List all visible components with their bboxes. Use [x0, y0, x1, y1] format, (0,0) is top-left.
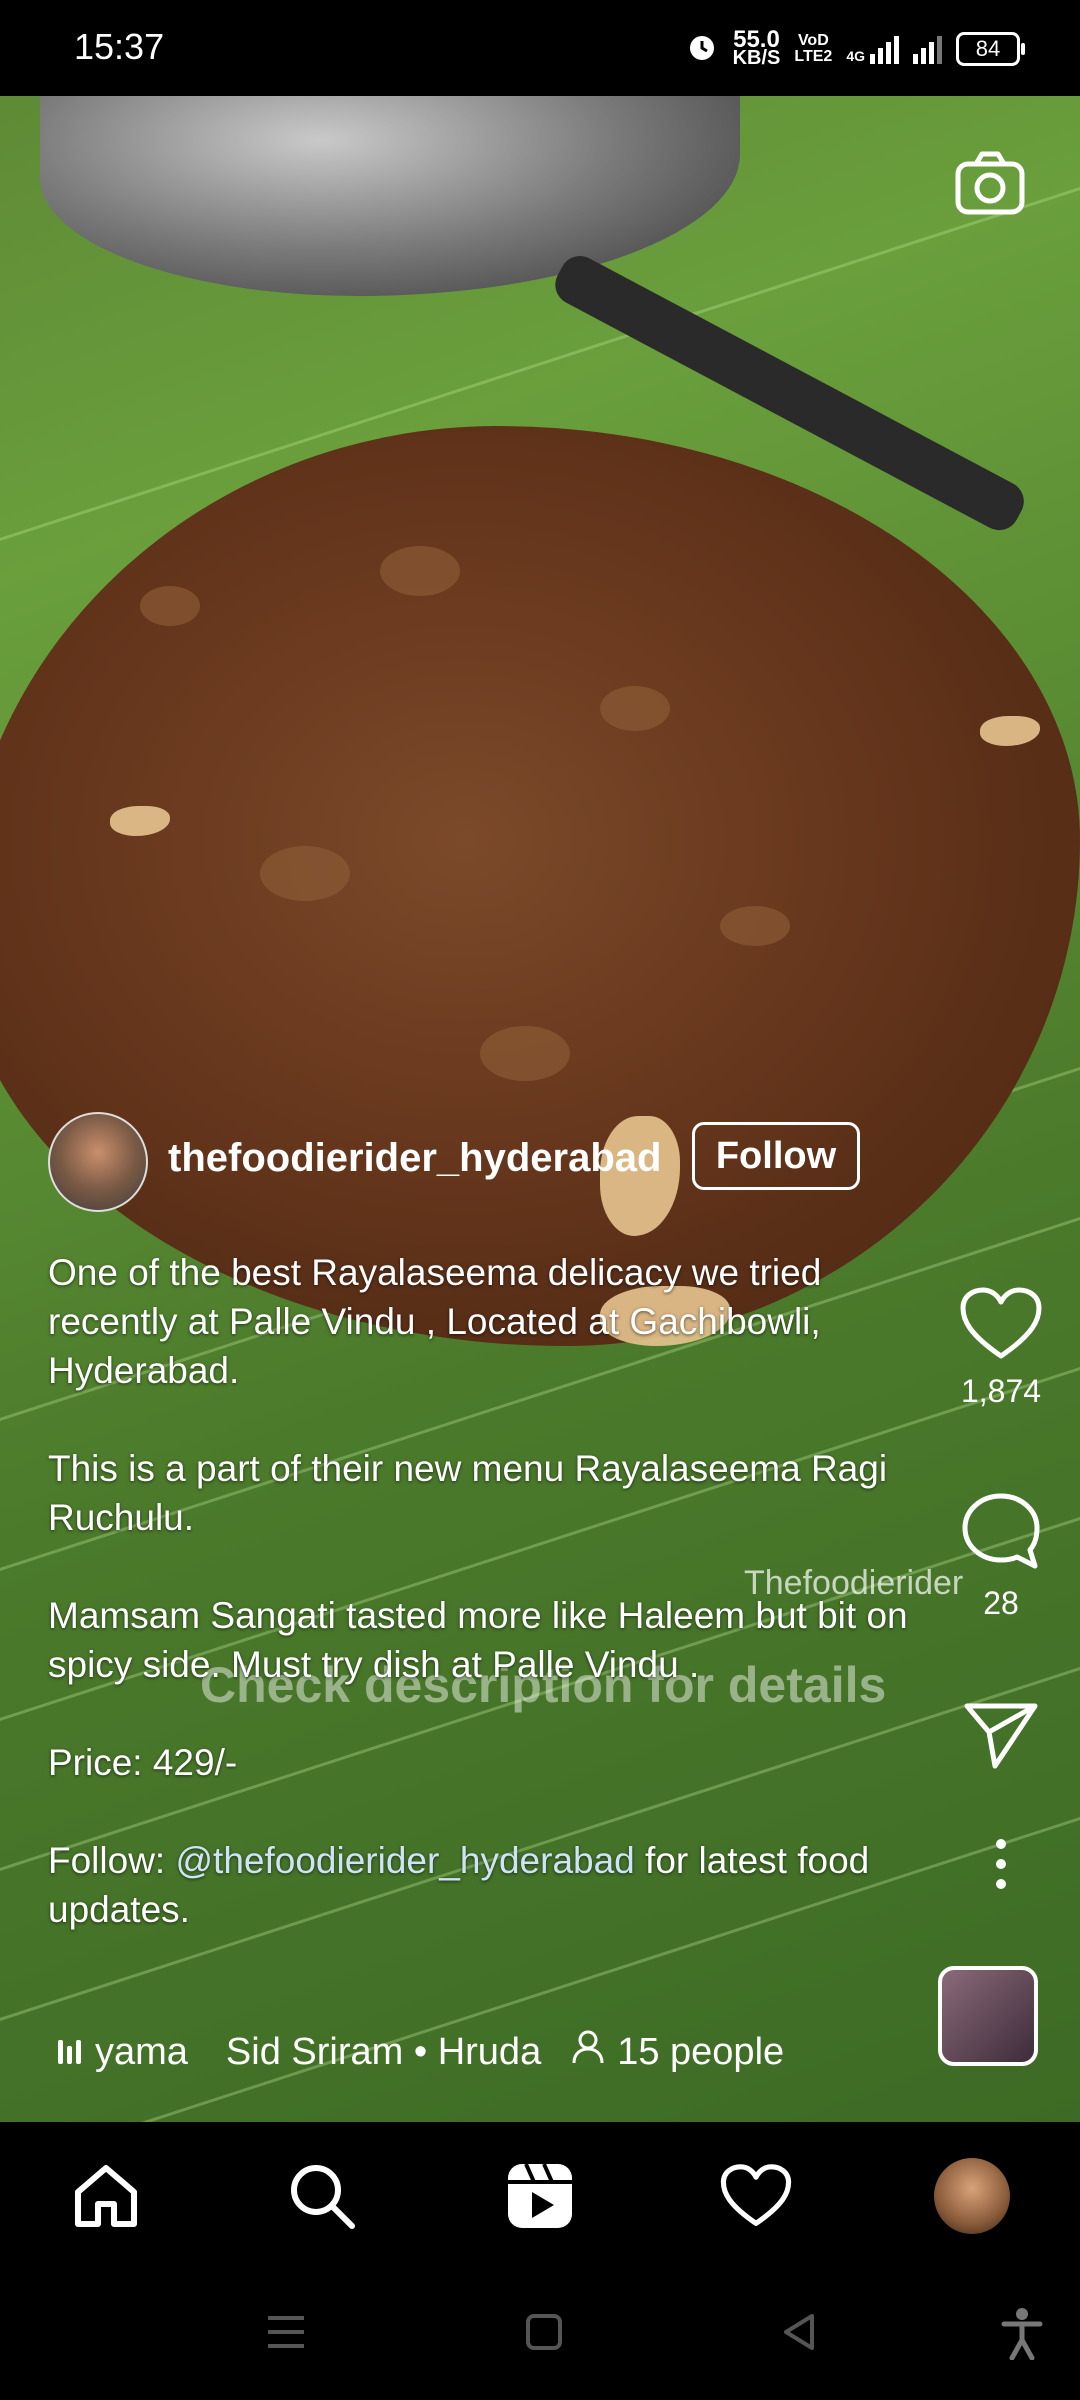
audio-bars-icon: [58, 2040, 81, 2064]
send-icon[interactable]: [961, 1703, 1041, 1774]
like-count: 1,874: [960, 1373, 1042, 1409]
audio-track-fragment: yama: [95, 2030, 188, 2073]
follow-button[interactable]: Follow: [692, 1122, 860, 1190]
caption-follow-line: Follow: @thefoodierider_hyderabad for la…: [48, 1840, 870, 1930]
reels-icon[interactable]: [504, 2160, 576, 2232]
audio-artist-track: Sid Sriram • Hruda: [225, 2030, 542, 2073]
more-vertical-icon[interactable]: [991, 1839, 1011, 1896]
signal-icon: 4G: [846, 34, 899, 64]
caption-paragraph: One of the best Rayalaseema delicacy we …: [48, 1252, 822, 1391]
camera-icon[interactable]: [950, 144, 1030, 224]
heart-outline-icon[interactable]: [720, 2160, 792, 2232]
comment-icon[interactable]: [959, 1493, 1043, 1578]
back-icon[interactable]: [780, 2312, 820, 2357]
caption-price: Price: 429/-: [48, 1742, 238, 1783]
menu-icon[interactable]: [264, 2312, 308, 2357]
more-options[interactable]: [956, 1836, 1046, 1897]
status-icons: 55.0 KB/S VoD LTE2 4G 84: [685, 24, 1025, 74]
system-navigation: [0, 2272, 1080, 2400]
people-count: 15 people: [617, 2030, 785, 2073]
home-square-icon[interactable]: [524, 2312, 564, 2357]
profile-avatar[interactable]: [934, 2158, 1010, 2234]
comment-count: 28: [983, 1585, 1019, 1621]
status-time: 15:37: [74, 26, 165, 67]
people-tagged[interactable]: 15 people: [571, 2029, 784, 2075]
mention-link[interactable]: @thefoodierider_hyderabad: [175, 1840, 634, 1881]
share-action[interactable]: [956, 1700, 1046, 1775]
search-icon[interactable]: [286, 2160, 358, 2232]
home-icon[interactable]: [70, 2160, 142, 2232]
caption-paragraph: This is a part of their new menu Rayalas…: [48, 1448, 888, 1538]
caption-paragraph: Mamsam Sangati tasted more like Haleem b…: [48, 1595, 908, 1685]
author-avatar[interactable]: [48, 1112, 148, 1212]
volte-indicator: VoD LTE2: [794, 32, 833, 65]
serving-pan: [40, 96, 740, 296]
person-icon: [571, 2029, 605, 2075]
comment-action[interactable]: 28: [956, 1490, 1046, 1622]
network-speed: 55.0 KB/S: [732, 26, 781, 69]
battery-indicator: 84: [956, 32, 1025, 66]
audio-album-art[interactable]: [938, 1966, 1038, 2066]
post-caption[interactable]: One of the best Rayalaseema delicacy we …: [48, 1248, 938, 1983]
heart-icon[interactable]: [959, 1287, 1043, 1366]
like-action[interactable]: 1,874: [956, 1286, 1046, 1410]
food-dish: [0, 426, 1080, 1346]
alarm-icon: [685, 30, 719, 69]
accessibility-icon[interactable]: [1000, 2306, 1044, 2365]
bottom-navigation: [0, 2122, 1080, 2272]
status-bar: 15:37 55.0 KB/S VoD LTE2 4G 84: [0, 0, 1080, 96]
audio-info[interactable]: yama Sid Sriram • Hruda 15 people: [58, 2024, 784, 2080]
author-username[interactable]: thefoodierider_hyderabad: [168, 1136, 661, 1181]
signal-icon-2: [913, 34, 942, 64]
